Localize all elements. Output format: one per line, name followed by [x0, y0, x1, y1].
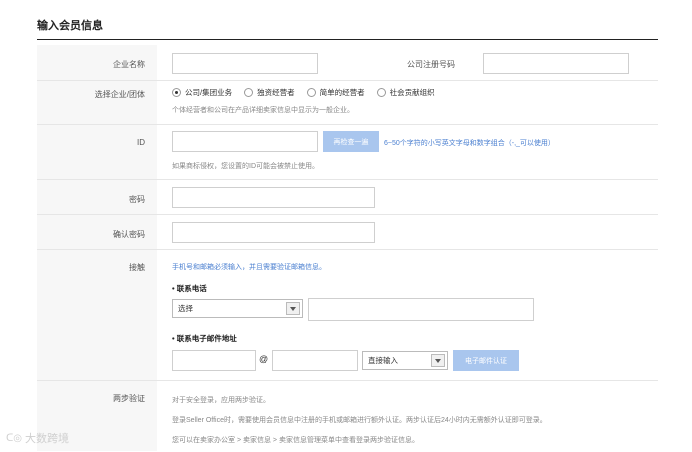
- type-hint: 个体经营者和公司在产品详细卖家信息中显示为一般企业。: [172, 107, 354, 114]
- email-domain-input[interactable]: [272, 350, 358, 371]
- radio-unchecked-icon: [306, 88, 316, 97]
- radio-label: 独资经营者: [257, 88, 295, 97]
- contact-label: 接触: [129, 263, 145, 272]
- password-confirm-input[interactable]: [172, 222, 375, 243]
- phone-prefix-select[interactable]: 选择: [172, 299, 303, 318]
- password-row: 密码: [37, 180, 658, 215]
- chevron-down-icon: [431, 354, 445, 367]
- contact-hint: 手机号和邮箱必须输入，并且需要验证邮箱信息。: [172, 264, 326, 271]
- contact-row: 接触 手机号和邮箱必须输入，并且需要验证邮箱信息。 • 联系电话 选择 • 联系…: [37, 250, 658, 381]
- watermark-text: 大数跨境: [25, 433, 70, 445]
- phone-heading: • 联系电话: [172, 284, 207, 293]
- id-row: ID 再检查一遍 6~50个字符的小写英文字母和数字组合（-,_可以使用） 如果…: [37, 125, 658, 180]
- radio-simple-operator[interactable]: 简单的经营者: [306, 87, 365, 98]
- id-label: ID: [137, 138, 145, 147]
- id-check-button[interactable]: 再检查一遍: [323, 131, 379, 152]
- radio-unchecked-icon: [376, 88, 386, 97]
- id-hint: 如果商标侵权，您设置的ID可能会被禁止使用。: [172, 163, 319, 170]
- radio-unchecked-icon: [244, 88, 254, 97]
- label-cell: 企业名称: [37, 45, 157, 80]
- radio-label: 社会贡献组织: [389, 88, 435, 97]
- at-sign: @: [259, 354, 269, 364]
- phone-number-input[interactable]: [308, 298, 534, 321]
- label-cell: 确认密码: [37, 215, 157, 249]
- company-name-label: 企业名称: [113, 60, 145, 69]
- password-confirm-row: 确认密码: [37, 215, 658, 250]
- chevron-down-icon: [286, 302, 300, 315]
- label-cell: ID: [37, 125, 157, 179]
- password-label: 密码: [129, 195, 145, 204]
- radio-sole-proprietor[interactable]: 独资经营者: [244, 87, 295, 98]
- label-cell: 密码: [37, 180, 157, 214]
- two-step-line3: 您可以在卖家办公室 > 卖家信息 > 卖家信息管理菜单中查看登录两步验证信息。: [172, 437, 419, 444]
- type-radio-group: 公司/集团业务 独资经营者 简单的经营者 社会贡献组织: [172, 87, 447, 98]
- two-step-label: 两步验证: [113, 394, 145, 403]
- two-step-row: 两步验证 对于安全登录，应用两步验证。 登录Seller Office时，需要使…: [37, 381, 658, 451]
- company-name-input[interactable]: [172, 53, 318, 74]
- id-rule-hint: 6~50个字符的小写英文字母和数字组合（-,_可以使用）: [384, 140, 555, 147]
- radio-label: 简单的经营者: [319, 88, 365, 97]
- type-row: 选择企业/团体 公司/集团业务 独资经营者 简单的经营者 社会贡献组织 个体经营…: [37, 81, 658, 125]
- radio-label: 公司/集团业务: [185, 88, 233, 97]
- radio-checked-icon: [172, 88, 181, 97]
- password-input[interactable]: [172, 187, 375, 208]
- company-reg-input[interactable]: [483, 53, 629, 74]
- title-divider: [37, 39, 658, 40]
- email-local-input[interactable]: [172, 350, 256, 371]
- email-verify-button[interactable]: 电子邮件认证: [453, 350, 519, 371]
- radio-corporate[interactable]: 公司/集团业务: [172, 87, 232, 98]
- label-cell: 选择企业/团体: [37, 81, 157, 124]
- type-label: 选择企业/团体: [94, 90, 145, 99]
- company-reg-label: 公司注册号码: [407, 60, 455, 69]
- id-input[interactable]: [172, 131, 318, 152]
- label-cell: 接触: [37, 250, 157, 380]
- password-confirm-label: 确认密码: [113, 230, 145, 239]
- two-step-line2: 登录Seller Office时，需要使用会员信息中注册的手机或邮箱进行额外认证…: [172, 417, 547, 424]
- select-value: 选择: [178, 304, 193, 313]
- watermark-logo-icon: ᑕ◎: [6, 432, 23, 444]
- email-domain-select[interactable]: 直接输入: [362, 351, 448, 370]
- radio-social-org[interactable]: 社会贡献组织: [376, 87, 435, 98]
- company-row: 企业名称 公司注册号码: [37, 45, 658, 81]
- page-title: 输入会员信息: [37, 20, 103, 32]
- watermark: ᑕ◎ 大数跨境: [6, 430, 69, 446]
- select-value: 直接输入: [368, 356, 398, 365]
- two-step-line1: 对于安全登录，应用两步验证。: [172, 397, 270, 404]
- member-info-form: 企业名称 公司注册号码 选择企业/团体 公司/集团业务 独资经营者 简单的经营者: [37, 45, 658, 451]
- email-heading: • 联系电子邮件地址: [172, 334, 237, 343]
